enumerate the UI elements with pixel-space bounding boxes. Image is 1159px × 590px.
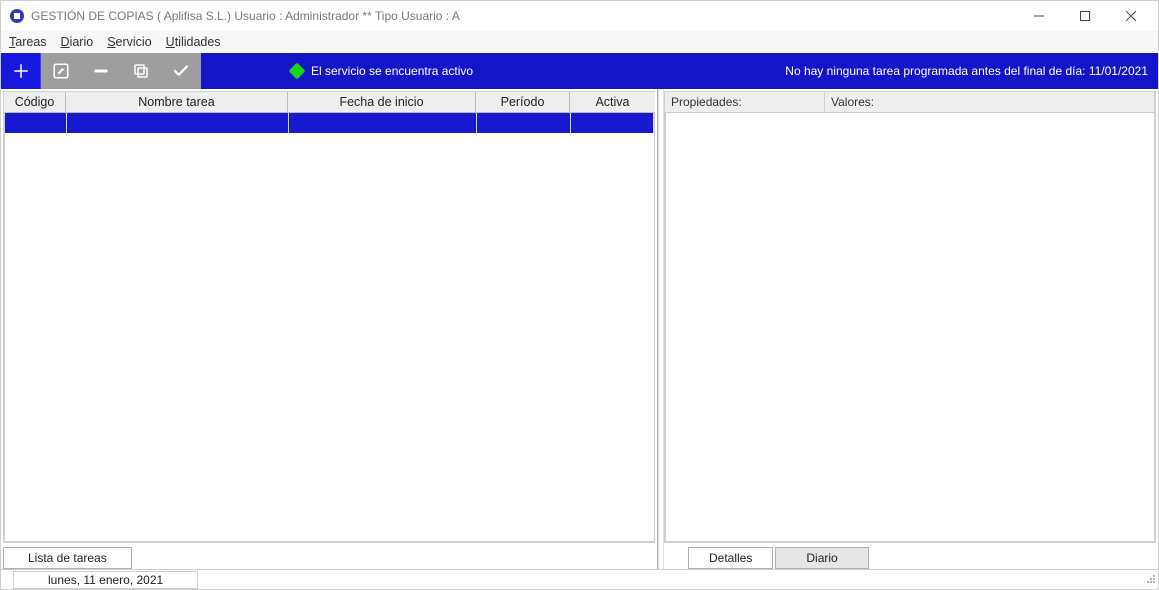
- status-active-icon: [289, 63, 306, 80]
- right-pane: Propiedades: Valores: Detalles Diario: [664, 89, 1158, 569]
- window-title: GESTIÓN DE COPIAS ( Aplifisa S.L.) Usuar…: [31, 9, 460, 23]
- col-propiedades[interactable]: Propiedades:: [665, 92, 825, 112]
- status-date: lunes, 11 enero, 2021: [13, 571, 198, 589]
- service-status-text: El servicio se encuentra activo: [311, 64, 473, 78]
- content-area: Código Nombre tarea Fecha de inicio Perí…: [1, 89, 1158, 569]
- resize-grip-icon[interactable]: [1142, 572, 1158, 587]
- menu-servicio[interactable]: Servicio: [107, 35, 151, 49]
- toolbar: El servicio se encuentra activo No hay n…: [1, 53, 1158, 89]
- maximize-button[interactable]: [1062, 1, 1108, 31]
- close-button[interactable]: [1108, 1, 1154, 31]
- copy-button[interactable]: [121, 53, 161, 89]
- tab-detalles[interactable]: Detalles: [688, 547, 773, 569]
- confirm-button[interactable]: [161, 53, 201, 89]
- menu-tareas[interactable]: Tareas: [9, 35, 47, 49]
- details-grid[interactable]: Propiedades: Valores:: [664, 91, 1156, 543]
- left-pane: Código Nombre tarea Fecha de inicio Perí…: [1, 89, 658, 569]
- minimize-button[interactable]: [1016, 1, 1062, 31]
- table-row[interactable]: [5, 113, 654, 133]
- edit-button[interactable]: [41, 53, 81, 89]
- menu-diario[interactable]: Diario: [61, 35, 94, 49]
- col-activa[interactable]: Activa: [570, 92, 655, 112]
- add-button[interactable]: [1, 53, 41, 89]
- menubar: Tareas Diario Servicio Utilidades: [1, 31, 1158, 53]
- tasks-grid[interactable]: Código Nombre tarea Fecha de inicio Perí…: [3, 91, 655, 543]
- tasks-grid-header: Código Nombre tarea Fecha de inicio Perí…: [4, 92, 655, 113]
- menu-utilidades[interactable]: Utilidades: [166, 35, 221, 49]
- app-icon: [9, 8, 25, 24]
- details-grid-body[interactable]: [665, 113, 1155, 542]
- tab-lista-tareas[interactable]: Lista de tareas: [3, 547, 132, 569]
- right-tabs: Detalles Diario: [664, 545, 1158, 569]
- col-fecha[interactable]: Fecha de inicio: [288, 92, 476, 112]
- tasks-grid-body[interactable]: [4, 113, 655, 542]
- schedule-status-text: No hay ninguna tarea programada antes de…: [785, 64, 1158, 78]
- col-nombre[interactable]: Nombre tarea: [66, 92, 288, 112]
- col-periodo[interactable]: Período: [476, 92, 570, 112]
- window-controls: [1016, 1, 1154, 31]
- details-grid-header: Propiedades: Valores:: [665, 92, 1155, 113]
- statusbar: lunes, 11 enero, 2021: [1, 569, 1158, 589]
- tab-diario[interactable]: Diario: [775, 547, 868, 569]
- service-status: El servicio se encuentra activo: [201, 64, 785, 78]
- titlebar: GESTIÓN DE COPIAS ( Aplifisa S.L.) Usuar…: [1, 1, 1158, 31]
- col-valores[interactable]: Valores:: [825, 92, 1155, 112]
- left-tabs: Lista de tareas: [1, 545, 657, 569]
- col-codigo[interactable]: Código: [4, 92, 66, 112]
- disabled-tool-group: [41, 53, 201, 89]
- remove-button[interactable]: [81, 53, 121, 89]
